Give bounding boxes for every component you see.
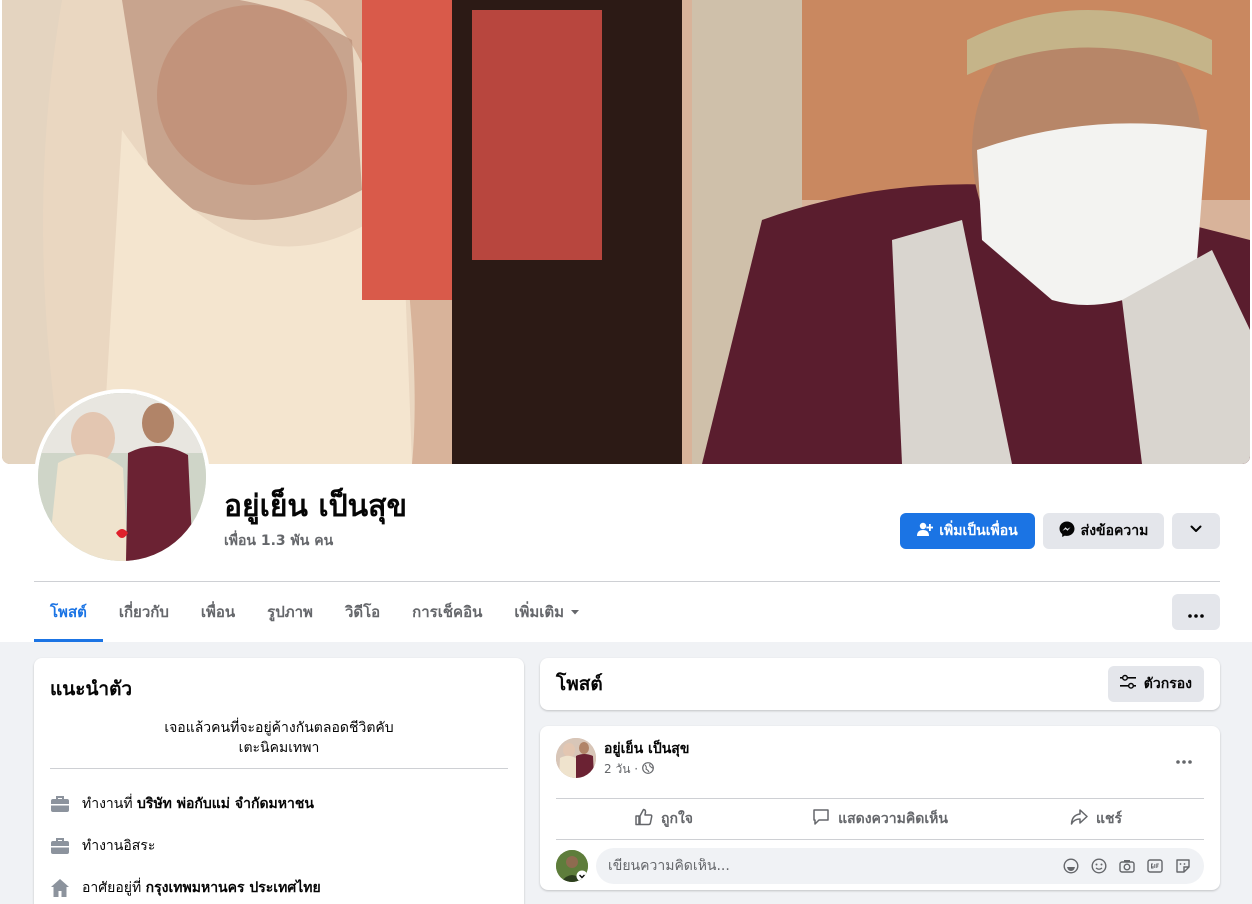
profile-picture[interactable] [34, 389, 210, 565]
ellipsis-icon [1176, 749, 1192, 768]
friend-count[interactable]: เพื่อน 1.3 พัน คน [224, 530, 333, 552]
share-icon [1070, 808, 1088, 830]
post-author-name[interactable]: อยู่เย็น เป็นสุข [604, 738, 689, 760]
share-label: แชร์ [1095, 811, 1123, 827]
globe-icon [642, 762, 654, 777]
caret-down-icon [570, 603, 580, 621]
profile-name: อยู่เย็น เป็นสุข [224, 489, 408, 524]
post-actions: ถูกใจ แสดงความคิดเห็น แชร์ [556, 799, 1204, 839]
briefcase-icon [50, 836, 70, 856]
bio: เจอแล้วคนที่จะอยู่ค้างกันตลอดชีวิตคับ เต… [50, 718, 508, 769]
lives-place[interactable]: กรุงเทพมหานคร ประเทศไทย [146, 880, 321, 896]
emoji-icon[interactable] [1090, 857, 1108, 875]
chevron-down-icon [1189, 522, 1203, 540]
tab-about[interactable]: เกี่ยวกับ [103, 582, 185, 642]
work-item-2: ทำงานอิสระ [50, 825, 508, 867]
posts-title: โพสต์ [556, 673, 603, 695]
profile-tabs: โพสต์ เกี่ยวกับ เพื่อน รูปภาพ วิดีโอ การ… [34, 582, 596, 642]
tab-videos[interactable]: วิดีโอ [329, 582, 396, 642]
comment-tools [1062, 857, 1192, 875]
add-friend-label: เพิ่มเป็นเพื่อน [939, 523, 1018, 539]
post-card: อยู่เย็น เป็นสุข 2 วัน · ถูกใจ แสดงความค… [540, 726, 1220, 890]
message-button[interactable]: ส่งข้อความ [1043, 513, 1164, 549]
work-item-1: ทำงานที่ บริษัท พ่อกับแม่ จำกัดมหาชน [50, 783, 508, 825]
tab-more[interactable]: เพิ่มเติม [498, 582, 596, 642]
tab-photos[interactable]: รูปภาพ [251, 582, 329, 642]
filter-icon [1119, 674, 1136, 694]
filter-label: ตัวกรอง [1143, 676, 1192, 692]
messenger-icon [1059, 521, 1075, 541]
tab-posts[interactable]: โพสต์ [34, 582, 103, 642]
post-meta: 2 วัน · [604, 760, 654, 779]
home-icon [50, 878, 70, 898]
cover-photo[interactable] [2, 0, 1250, 464]
add-friend-icon [917, 521, 934, 541]
comment-label: แสดงความคิดเห็น [838, 811, 948, 827]
tabs-more-options-button[interactable] [1172, 594, 1220, 630]
intro-card: แนะนำตัว เจอแล้วคนที่จะอยู่ค้างกันตลอดชี… [34, 658, 524, 904]
posts-header-card: โพสต์ ตัวกรอง [540, 658, 1220, 710]
tab-checkins[interactable]: การเช็คอิน [396, 582, 498, 642]
ellipsis-icon [1188, 602, 1204, 623]
work-1-company[interactable]: บริษัท พ่อกับแม่ จำกัดมหาชน [137, 796, 314, 812]
comment-composer [596, 848, 1204, 884]
avatar [38, 393, 206, 561]
post-more-options-button[interactable] [1166, 740, 1202, 776]
lives-in-item: อาศัยอยู่ที่ กรุงเทพมหานคร ประเทศไทย [50, 867, 508, 904]
like-label: ถูกใจ [661, 811, 693, 827]
profile-options-button[interactable] [1172, 513, 1220, 549]
intro-title: แนะนำตัว [50, 678, 133, 700]
tab-friends[interactable]: เพื่อน [185, 582, 251, 642]
post-author-avatar[interactable] [556, 738, 596, 778]
lives-prefix: อาศัยอยู่ที่ [82, 880, 142, 896]
share-button[interactable]: แชร์ [988, 799, 1204, 839]
work-2-label: ทำงานอิสระ [82, 838, 156, 854]
tab-more-label: เพิ่มเติม [514, 603, 565, 621]
filter-button[interactable]: ตัวกรอง [1107, 666, 1204, 702]
gif-icon[interactable] [1146, 857, 1164, 875]
bio-line-2: เตะนิคมเทพา [238, 740, 320, 756]
work-1-prefix: ทำงานที่ [82, 796, 133, 812]
sticker-icon[interactable] [1174, 857, 1192, 875]
comment-input[interactable] [608, 858, 1062, 874]
like-button[interactable]: ถูกใจ [556, 799, 772, 839]
message-label: ส่งข้อความ [1080, 523, 1149, 539]
avatar-sticker-icon[interactable] [1062, 857, 1080, 875]
post-divider [556, 839, 1204, 840]
add-friend-button[interactable]: เพิ่มเป็นเพื่อน [900, 513, 1035, 549]
comment-icon [812, 808, 830, 830]
bio-line-1: เจอแล้วคนที่จะอยู่ค้างกันตลอดชีวิตคับ [164, 720, 394, 736]
briefcase-icon [50, 794, 70, 814]
camera-icon[interactable] [1118, 857, 1136, 875]
current-user-avatar[interactable] [556, 850, 588, 882]
post-time[interactable]: 2 วัน · [604, 760, 638, 779]
thumbs-up-icon [635, 808, 653, 830]
comment-button[interactable]: แสดงความคิดเห็น [772, 799, 988, 839]
